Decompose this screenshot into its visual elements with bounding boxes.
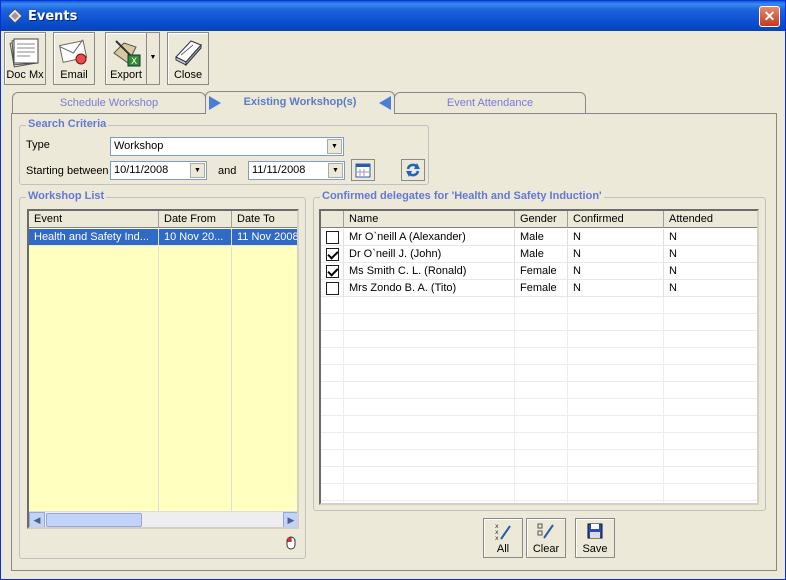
delegate-confirmed-cell: N [568, 263, 664, 280]
delegate-select-cell[interactable] [321, 246, 344, 263]
type-label: Type [26, 139, 50, 151]
type-select-arrow-icon[interactable]: ▼ [327, 139, 342, 154]
type-select[interactable]: Workshop ▼ [110, 137, 344, 156]
delegate-attended-cell: N [664, 263, 757, 280]
tab-left-arrow-icon [209, 96, 221, 110]
delegates-title: Confirmed delegates for 'Health and Safe… [320, 190, 604, 202]
select-all-icon: x x x [495, 523, 511, 542]
to-date-value: 11/11/2008 [252, 164, 306, 176]
export-dropdown-arrow[interactable]: ▼ [146, 32, 160, 85]
save-label: Save [582, 543, 608, 555]
delegate-checkbox[interactable] [326, 231, 339, 244]
delegate-select-cell[interactable] [321, 229, 344, 246]
email-button[interactable]: Email [53, 32, 95, 85]
delegate-gender-cell: Male [515, 246, 568, 263]
delegate-select-cell[interactable] [321, 263, 344, 280]
delegate-confirmed-cell: N [568, 229, 664, 246]
workshop-list-hscrollbar[interactable]: ◀ ▶ [29, 511, 297, 527]
scroll-left-icon[interactable]: ◀ [29, 512, 45, 527]
starting-between-label: Starting between [26, 165, 109, 177]
search-criteria-title: Search Criteria [26, 118, 109, 130]
to-date-arrow-icon[interactable]: ▼ [328, 163, 343, 178]
close-book-icon [175, 40, 202, 67]
export-button[interactable]: X Export [105, 32, 147, 85]
scroll-thumb[interactable] [46, 513, 142, 527]
docmx-button[interactable]: Doc Mx [4, 32, 46, 85]
title-bar: Events ✕ [1, 1, 785, 31]
column-header-name[interactable]: Name [344, 211, 515, 228]
delegate-attended-cell: N [664, 246, 757, 263]
type-select-value: Workshop [114, 140, 164, 152]
close-button[interactable]: Close [167, 32, 209, 85]
from-date-picker[interactable]: 10/11/2008 ▼ [110, 161, 207, 180]
calendar-button[interactable] [351, 159, 375, 181]
delegate-gender-cell: Female [515, 263, 568, 280]
svg-text:x: x [495, 535, 499, 542]
delegate-gender-cell: Male [515, 229, 568, 246]
column-header-select [321, 211, 344, 228]
delegate-confirmed-cell: N [568, 246, 664, 263]
to-date-picker[interactable]: 11/11/2008 ▼ [248, 161, 345, 180]
clear-button[interactable]: Clear [526, 518, 566, 558]
delegate-confirmed-cell: N [568, 280, 664, 297]
delegate-name-cell: Ms Smith C. L. (Ronald) [344, 263, 515, 280]
app-icon [7, 8, 23, 24]
and-label: and [218, 165, 237, 177]
svg-text:X: X [131, 57, 137, 67]
workshop-date-to-cell[interactable]: 11 Nov 2008 [232, 229, 297, 246]
calendar-icon [355, 163, 371, 178]
select-all-button[interactable]: x x x All [483, 518, 523, 558]
refresh-icon [406, 163, 420, 177]
column-header-date-from[interactable]: Date From [159, 211, 232, 228]
email-label: Email [60, 69, 88, 81]
delegate-checkbox[interactable] [326, 282, 339, 295]
tab-existing-workshops[interactable]: Existing Workshop(s) [205, 91, 395, 114]
clear-label: Clear [532, 543, 560, 555]
save-disk-icon [587, 523, 603, 539]
from-date-arrow-icon[interactable]: ▼ [190, 163, 205, 178]
delegate-attended-cell: N [664, 280, 757, 297]
mouse-icon [286, 536, 296, 550]
delegate-name-cell: Dr O`neill J. (John) [344, 246, 515, 263]
delegate-name-cell: Mrs Zondo B. A. (Tito) [344, 280, 515, 297]
delegate-checkbox[interactable] [326, 265, 339, 278]
tab-event-attendance[interactable]: Event Attendance [394, 92, 586, 113]
delegate-gender-cell: Female [515, 280, 568, 297]
workshop-date-from-cell[interactable]: 10 Nov 20... [159, 229, 232, 246]
export-excel-icon: X [113, 40, 141, 67]
workshop-event-cell[interactable]: Health and Safety Ind... [29, 229, 159, 246]
clear-icon [537, 523, 554, 539]
window-close-button[interactable]: ✕ [759, 6, 780, 27]
select-all-label: All [496, 543, 510, 555]
delegate-attended-cell: N [664, 229, 757, 246]
workshop-list-title: Workshop List [26, 190, 107, 202]
column-header-attended[interactable]: Attended [664, 211, 757, 228]
delegates-grid: Name Gender Confirmed Attended Mr O`neil… [319, 209, 759, 505]
tab-existing-workshops-label: Existing Workshop(s) [243, 96, 357, 108]
export-label: Export [110, 69, 142, 81]
documents-stack-icon [9, 38, 39, 68]
docmx-label: Doc Mx [6, 69, 44, 81]
tab-schedule-workshop[interactable]: Schedule Workshop [12, 92, 206, 113]
column-header-gender[interactable]: Gender [515, 211, 568, 228]
close-label: Close [173, 69, 203, 81]
window-title: Events [28, 9, 78, 24]
column-header-date-to[interactable]: Date To [232, 211, 297, 228]
save-button[interactable]: Save [575, 518, 615, 558]
workshop-list-grid: Event Date From Date To Health and Safet… [27, 209, 299, 529]
from-date-value: 10/11/2008 [114, 164, 169, 176]
tab-strip: Schedule Workshop Existing Workshop(s) E… [12, 91, 592, 114]
delegate-name-cell: Mr O`neill A (Alexander) [344, 229, 515, 246]
delegate-select-cell[interactable] [321, 280, 344, 297]
scroll-right-icon[interactable]: ▶ [283, 512, 297, 527]
tab-right-arrow-icon [379, 96, 391, 110]
refresh-button[interactable] [401, 159, 425, 181]
delegate-checkbox[interactable] [326, 248, 339, 261]
email-icon [59, 39, 88, 65]
column-header-event[interactable]: Event [29, 211, 159, 228]
events-window: Events ✕ Doc Mx Email X Export ▼ Close S… [0, 0, 786, 580]
column-header-confirmed[interactable]: Confirmed [568, 211, 664, 228]
